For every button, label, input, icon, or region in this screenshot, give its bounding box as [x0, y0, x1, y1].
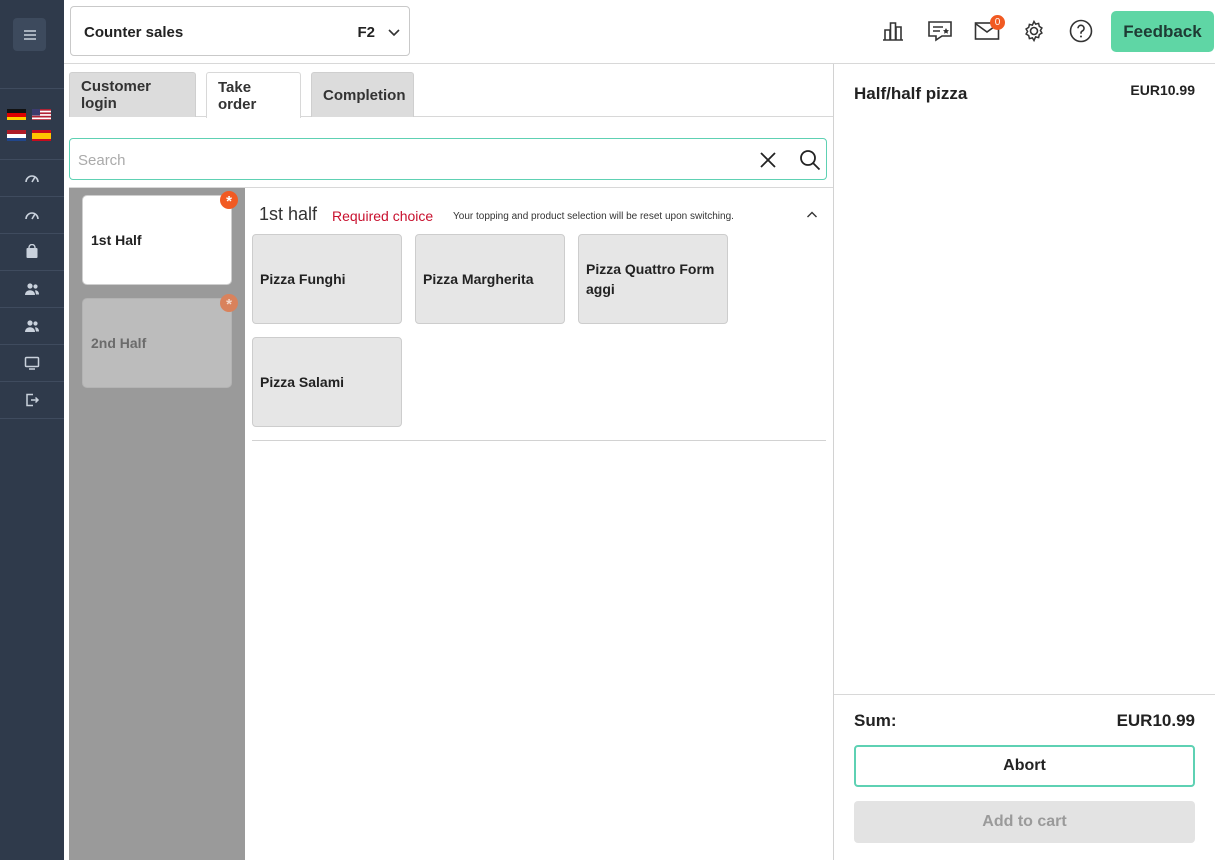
abort-button[interactable]: Abort	[854, 745, 1195, 787]
dashboard-icon[interactable]	[0, 160, 64, 197]
product-tile[interactable]: Pizza Margherita	[415, 234, 565, 324]
mail-count-badge: 0	[990, 15, 1005, 30]
dashboard-icon[interactable]	[0, 197, 64, 234]
users-icon[interactable]	[0, 271, 64, 308]
search-bar	[69, 138, 827, 180]
product-tile[interactable]: Pizza Funghi	[252, 234, 402, 324]
flag-us-icon[interactable]	[32, 108, 51, 120]
half-option-second[interactable]: 2nd Half	[82, 298, 232, 388]
half-selector: 1st Half 2nd Half	[69, 188, 245, 860]
product-name: Pizza Quattro Formaggi	[586, 261, 715, 297]
feedback-button[interactable]: Feedback	[1111, 11, 1214, 52]
review-chat-icon[interactable]	[927, 18, 953, 44]
half-option-label: 1st Half	[91, 232, 142, 248]
menu-icon[interactable]	[13, 18, 46, 51]
item-name: Half/half pizza	[854, 84, 968, 103]
sum-value: EUR10.99	[1116, 711, 1195, 730]
sales-channel-select[interactable]: Counter sales F2	[70, 6, 410, 56]
chevron-up-icon[interactable]	[805, 208, 819, 222]
add-to-cart-button[interactable]: Add to cart	[854, 801, 1195, 843]
help-icon[interactable]	[1068, 18, 1094, 44]
flag-nl-icon[interactable]	[7, 129, 26, 141]
item-price: EUR10.99	[1130, 82, 1195, 98]
required-asterisk-icon: *	[220, 294, 238, 313]
search-input[interactable]	[78, 149, 738, 171]
nav-rail	[0, 0, 64, 860]
users-icon[interactable]	[0, 308, 64, 345]
product-name: Pizza Margherita	[423, 271, 534, 287]
product-tile[interactable]: Pizza Quattro Formaggi	[578, 234, 728, 324]
tab-take-order[interactable]: Take order	[206, 72, 301, 118]
statistics-icon[interactable]	[880, 18, 906, 44]
flag-es-icon[interactable]	[32, 129, 51, 141]
product-name: Pizza Salami	[260, 374, 345, 390]
order-tabs: Customer login Take order Completion	[69, 64, 833, 118]
product-tile[interactable]: Pizza Salami	[252, 337, 402, 427]
logout-icon[interactable]	[0, 382, 64, 419]
shopping-bag-icon[interactable]	[0, 234, 64, 271]
required-choice-label: Required choice	[332, 208, 434, 224]
gear-icon[interactable]	[1021, 18, 1047, 44]
tab-customer-login[interactable]: Customer login	[69, 72, 196, 117]
summary-divider	[834, 694, 1215, 695]
half-option-first[interactable]: 1st Half	[82, 195, 232, 285]
chevron-down-icon	[386, 24, 402, 40]
half-option-label: 2nd Half	[91, 335, 147, 351]
section-title: 1st half	[259, 204, 318, 224]
close-icon[interactable]	[758, 150, 778, 170]
reset-note: Your topping and product selection will …	[453, 211, 734, 222]
required-asterisk-icon: *	[220, 191, 238, 210]
sales-channel-shortcut: F2	[357, 24, 375, 41]
search-icon[interactable]	[799, 149, 821, 171]
section-bottom-divider	[252, 440, 826, 441]
product-name: Pizza Funghi	[260, 271, 346, 287]
sales-channel-name: Counter sales	[84, 24, 184, 41]
language-flags	[6, 104, 58, 148]
rail-divider	[0, 88, 64, 89]
order-summary-panel: Half/half pizza EUR10.99 Sum: EUR10.99 A…	[833, 64, 1215, 860]
sum-label: Sum:	[854, 711, 897, 730]
tab-completion[interactable]: Completion	[311, 72, 414, 117]
flag-de-icon[interactable]	[7, 108, 26, 120]
monitor-icon[interactable]	[0, 345, 64, 382]
